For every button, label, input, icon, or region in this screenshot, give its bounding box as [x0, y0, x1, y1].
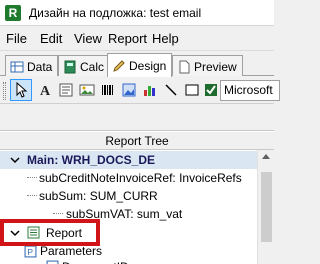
toolbar-area-spacer	[0, 105, 274, 130]
calculator-icon	[63, 60, 77, 74]
design-pencil-icon	[112, 59, 126, 73]
pointer-icon	[16, 82, 28, 98]
window-title: Дизайн на подложка: test email	[29, 6, 202, 20]
tree-node-main-label: Main: WRH_DOCS_DE	[27, 153, 156, 167]
barcode-tool-button[interactable]	[97, 79, 119, 101]
menu-edit[interactable]: Edit	[40, 31, 62, 46]
rich-text-icon	[59, 83, 73, 97]
tab-preview[interactable]: Preview	[172, 55, 243, 77]
title-bar: R Дизайн на подложка: test email	[0, 0, 274, 26]
tree-node-document-id[interactable]: DocumentID	[0, 258, 257, 264]
checkbox-tool-button[interactable]	[200, 79, 222, 101]
design-toolbar: A Microsoft	[0, 76, 280, 104]
tab-preview-label: Preview	[194, 59, 237, 74]
line-icon	[165, 84, 177, 96]
scroll-up-arrow-icon[interactable]	[262, 154, 270, 159]
report-document-icon	[27, 226, 40, 239]
tab-calc-label: Calc	[80, 59, 105, 74]
tab-design-label: Design	[129, 58, 167, 73]
chart-icon	[144, 86, 155, 96]
tree-connector	[27, 187, 37, 196]
toolbar-grip[interactable]	[3, 82, 6, 100]
shape-icon	[185, 84, 199, 96]
rich-text-tool-button[interactable]	[55, 79, 77, 101]
text-a-icon: A	[40, 84, 51, 98]
picture-frame-icon	[122, 83, 136, 97]
preview-page-icon	[177, 60, 191, 74]
parameters-icon: P	[24, 245, 37, 258]
tree-connector	[53, 205, 63, 214]
tree-node-sub-credit-label: subCreditNoteInvoiceRef: InvoiceRefs	[39, 171, 242, 185]
menu-report[interactable]: Report	[108, 31, 147, 46]
chevron-down-icon[interactable]	[10, 155, 20, 165]
line-tool-button[interactable]	[160, 79, 182, 101]
image-tool-button[interactable]	[76, 79, 98, 101]
field-icon	[46, 260, 59, 264]
tree-node-sub-sum-label: subSum: SUM_CURR	[39, 189, 158, 203]
chart-tool-button[interactable]	[139, 79, 161, 101]
tree-vertical-scrollbar[interactable]	[257, 150, 274, 264]
tree-node-report[interactable]: Report	[0, 224, 257, 242]
text-tool-button[interactable]: A	[34, 79, 56, 101]
font-name-combobox[interactable]: Microsoft	[220, 80, 280, 101]
checkbox-icon	[205, 84, 217, 96]
tab-bar: Data Calc Design Preview	[0, 52, 274, 77]
scrollbar-thumb[interactable]	[261, 172, 272, 242]
app-logo-icon: R	[5, 5, 21, 21]
tab-data[interactable]: Data	[5, 55, 59, 77]
tree-node-sub-sum[interactable]: subSum: SUM_CURR	[0, 187, 257, 205]
tab-calc[interactable]: Calc	[58, 55, 111, 77]
tree-node-report-label: Report	[46, 226, 83, 240]
tab-data-label: Data	[27, 59, 53, 74]
data-icon	[10, 60, 24, 74]
menu-bar: File Edit View Report Help	[0, 27, 274, 51]
tab-design[interactable]: Design	[107, 53, 173, 77]
report-tree-header: Report Tree	[0, 132, 274, 150]
menu-help[interactable]: Help	[152, 31, 179, 46]
image-icon	[79, 84, 95, 96]
picture-tool-button[interactable]	[118, 79, 140, 101]
barcode-icon	[102, 85, 113, 95]
tree-node-main[interactable]: Main: WRH_DOCS_DE	[0, 151, 257, 169]
pointer-tool-button[interactable]	[10, 79, 32, 101]
chevron-down-icon[interactable]	[10, 228, 20, 238]
menu-file[interactable]: File	[6, 31, 27, 46]
tree-node-document-id-label: DocumentID	[62, 258, 129, 264]
tree-connector	[27, 169, 37, 178]
svg-text:A: A	[40, 84, 51, 98]
menu-view[interactable]: View	[74, 31, 102, 46]
svg-text:P: P	[27, 247, 33, 257]
tree-node-sub-credit[interactable]: subCreditNoteInvoiceRef: InvoiceRefs	[0, 169, 257, 187]
